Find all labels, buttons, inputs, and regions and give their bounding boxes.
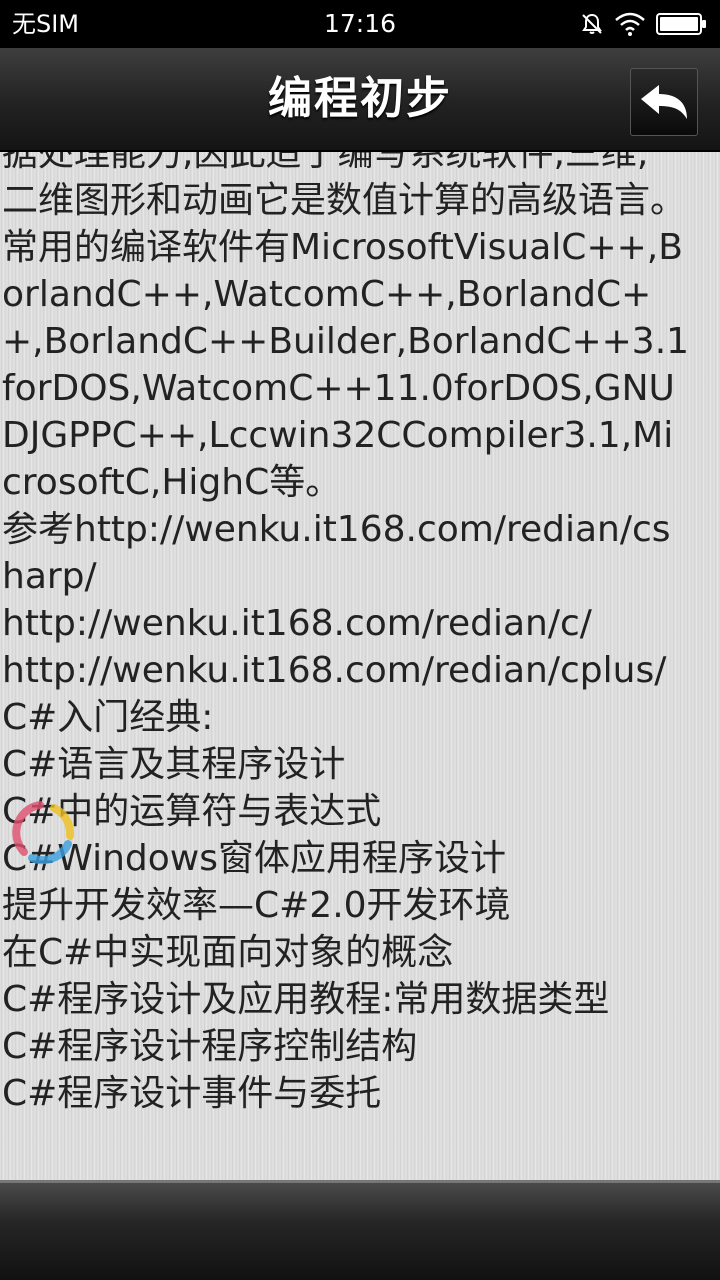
loading-spinner-icon	[12, 801, 75, 865]
status-bar: 无SIM 17:16	[0, 0, 720, 48]
article-text: 据处理能力,因此适于编写系统软件,三维, 二维图形和动画它是数值计算的高级语言。…	[2, 152, 690, 1114]
title-bar: 编程初步	[0, 48, 720, 152]
page-title: 编程初步	[268, 73, 452, 124]
mute-bell-icon	[582, 13, 602, 34]
battery-icon	[656, 13, 706, 35]
status-icons	[580, 10, 708, 38]
bottom-bar	[0, 1180, 720, 1280]
wifi-icon	[615, 12, 645, 36]
article-content[interactable]: 据处理能力,因此适于编写系统软件,三维, 二维图形和动画它是数值计算的高级语言。…	[0, 152, 720, 1180]
back-arrow-icon	[641, 85, 687, 119]
back-button[interactable]	[630, 68, 698, 136]
